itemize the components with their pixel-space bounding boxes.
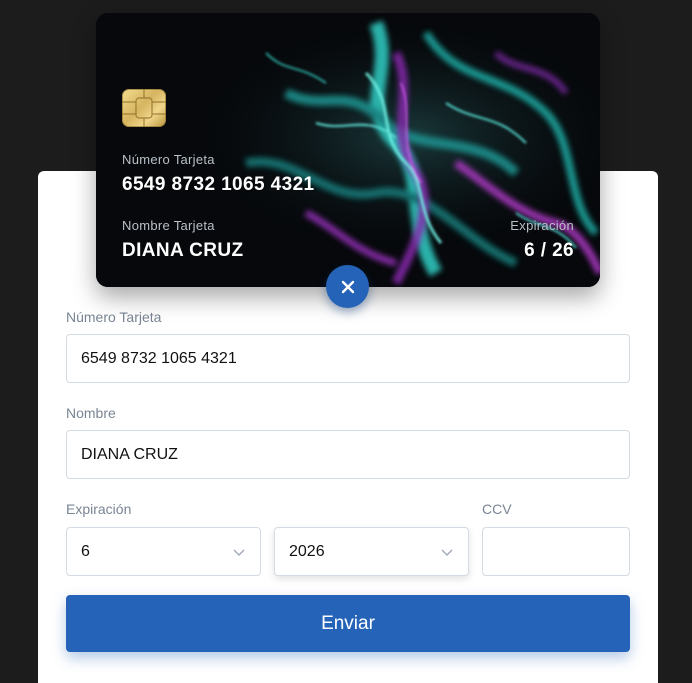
ccv-input[interactable] xyxy=(482,527,630,576)
card-expiry: 6 / 26 xyxy=(524,240,574,261)
close-icon xyxy=(341,280,354,293)
expiry-field-label: Expiración xyxy=(66,501,132,517)
card-number-input-value: 6549 8732 1065 4321 xyxy=(81,349,237,367)
chevron-down-icon xyxy=(441,548,453,556)
card-number-input[interactable]: 6549 8732 1065 4321 xyxy=(66,334,630,383)
card-chip-icon xyxy=(122,89,166,127)
card-number: 6549 8732 1065 4321 xyxy=(122,174,315,195)
card-number-label: Número Tarjeta xyxy=(122,152,215,167)
name-input[interactable]: DIANA CRUZ xyxy=(66,430,630,479)
expiry-month-value: 6 xyxy=(81,542,90,560)
card-number-field-label: Número Tarjeta xyxy=(66,309,162,325)
expiry-year-value: 2026 xyxy=(289,542,325,560)
chevron-down-icon xyxy=(233,548,245,556)
name-field-label: Nombre xyxy=(66,405,116,421)
expiry-year-select[interactable]: 2026 xyxy=(274,527,469,576)
submit-button[interactable]: Enviar xyxy=(66,595,630,652)
card-expiry-label: Expiración xyxy=(510,218,574,233)
ccv-field-label: CCV xyxy=(482,501,512,517)
card-name: DIANA CRUZ xyxy=(122,240,244,261)
expiry-month-select[interactable]: 6 xyxy=(66,527,261,576)
close-button[interactable] xyxy=(326,265,369,308)
credit-card-preview[interactable]: Número Tarjeta 6549 8732 1065 4321 Nombr… xyxy=(96,13,600,287)
card-name-label: Nombre Tarjeta xyxy=(122,218,215,233)
submit-button-label: Enviar xyxy=(321,612,375,634)
name-input-value: DIANA CRUZ xyxy=(81,445,178,463)
